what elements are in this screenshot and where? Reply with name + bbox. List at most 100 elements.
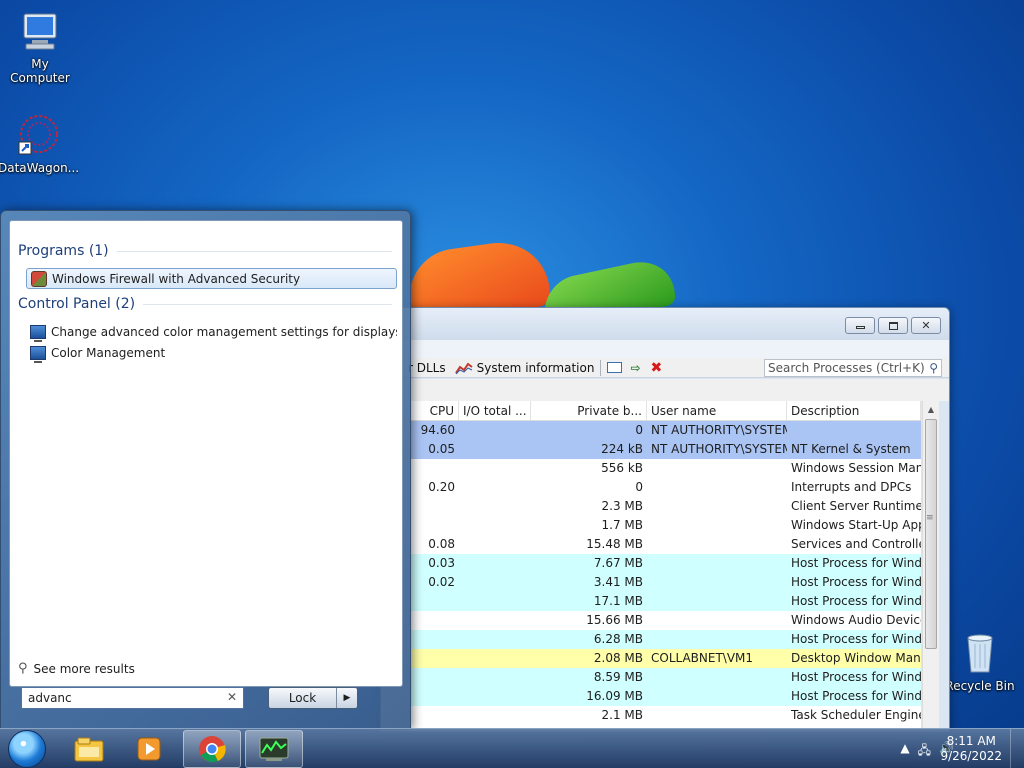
result-windows-firewall[interactable]: Windows Firewall with Advanced Security [26, 268, 397, 289]
clock[interactable]: 8:11 AM 9/26/2022 [940, 734, 1002, 764]
file-explorer-icon [74, 737, 104, 762]
table-row[interactable]: 6.28 MB Host Process for Windows Ser... [411, 630, 921, 649]
cell-private: 556 kB [601, 461, 643, 475]
graph-icon [454, 362, 473, 374]
cell-io [459, 687, 531, 706]
cell-desc: Windows Start-Up Application [791, 518, 921, 532]
cell-user [647, 516, 787, 535]
column-header-io-total[interactable]: I/O total ... [459, 401, 531, 420]
desktop-icon-my-computer[interactable]: My Computer [0, 10, 80, 85]
column-header-user-name[interactable]: User name [647, 401, 787, 420]
scroll-up-icon[interactable]: ▲ [923, 401, 939, 418]
table-row[interactable]: 1.7 MB Windows Start-Up Application [411, 516, 921, 535]
cell-desc: Host Process for Windows Ser... [791, 632, 921, 646]
cell-cpu [411, 497, 459, 516]
table-row[interactable]: 0.02 3.41 MB Host Process for Windows Ser.… [411, 573, 921, 592]
search-processes-input[interactable]: Search Processes (Ctrl+K) ⚲ [764, 359, 942, 377]
cell-desc: Host Process for Windows Ser... [791, 594, 921, 608]
process-table[interactable]: CPU I/O total ... Private b... User name… [411, 401, 921, 731]
table-row[interactable]: 0.20 0 Interrupts and DPCs [411, 478, 921, 497]
system-information-button[interactable]: System information [454, 361, 594, 375]
start-button[interactable] [8, 730, 46, 768]
cell-io [459, 421, 531, 440]
table-row[interactable]: 2.1 MB Task Scheduler Engine [411, 706, 921, 725]
cell-io [459, 649, 531, 668]
cell-user [647, 497, 787, 516]
taskbar: ▲ 🖧 🔊 8:11 AM 9/26/2022 [0, 728, 1024, 768]
cell-io [459, 440, 531, 459]
cell-io [459, 535, 531, 554]
toolbar-separator [600, 359, 602, 376]
table-row[interactable]: 16.09 MB Host Process for Windows Ser... [411, 687, 921, 706]
result-color-management-settings[interactable]: Change advanced color management setting… [26, 321, 397, 342]
desktop-icon-datawagon[interactable]: DataWagon... [0, 112, 79, 175]
desktop-icon-label: My Computer [10, 57, 70, 85]
cell-desc: Windows Session Manager [791, 461, 921, 475]
search-icon[interactable]: ⚲ [929, 361, 938, 375]
table-row[interactable]: 2.3 MB Client Server Runtime Process [411, 497, 921, 516]
table-row[interactable]: 556 kB Windows Session Manager [411, 459, 921, 478]
process-explorer-window[interactable]: ✕ r DLLs System information ⇨ ✖ Search P… [380, 307, 950, 732]
table-row[interactable]: 2.08 MB COLLABNET\VM1 Desktop Window Manag… [411, 649, 921, 668]
desktop-icon-label: Recycle Bin [945, 679, 1015, 693]
cell-user: NT AUTHORITY\SYSTEM [651, 442, 787, 456]
search-results-panel: Programs (1) Windows Firewall with Advan… [9, 220, 403, 687]
table-row[interactable]: 15.66 MB Windows Audio Device Graph... [411, 611, 921, 630]
result-label: Change advanced color management setting… [51, 324, 397, 339]
close-button[interactable]: ✕ [911, 317, 941, 334]
vertical-scrollbar[interactable]: ▲ ≡ [922, 401, 939, 731]
table-row[interactable]: 8.59 MB Host Process for Windows Ser... [411, 668, 921, 687]
start-search-input[interactable]: advanc ✕ [21, 687, 244, 709]
control-panel-group-header[interactable]: Control Panel (2) [18, 296, 392, 312]
result-color-management[interactable]: Color Management [26, 342, 397, 363]
cell-cpu [411, 516, 459, 535]
see-more-results-link[interactable]: ⚲ See more results [18, 661, 135, 676]
shutdown-options-arrow-icon[interactable]: ▶ [337, 688, 357, 708]
lock-button[interactable]: Lock ▶ [268, 687, 358, 709]
cell-desc: Host Process for Windows Ser... [791, 689, 921, 703]
divider [116, 250, 392, 252]
taskbar-media-player[interactable] [120, 730, 178, 768]
cell-desc: Desktop Window Manager [791, 651, 921, 665]
taskbar-file-explorer[interactable] [60, 730, 118, 768]
window-icon[interactable] [607, 362, 623, 373]
cell-user: NT AUTHORITY\SYSTEM [651, 423, 787, 437]
column-header-private-bytes[interactable]: Private b... [531, 401, 647, 420]
cell-desc: Windows Audio Device Graph... [791, 613, 921, 627]
network-icon[interactable]: 🖧 [918, 741, 931, 762]
column-header-cpu[interactable]: CPU [411, 401, 459, 420]
cell-user [647, 573, 787, 592]
cell-cpu [411, 687, 459, 706]
cell-desc: Client Server Runtime Process [791, 499, 921, 513]
taskbar-process-explorer[interactable] [245, 730, 303, 768]
cell-desc: Host Process for Windows Ser... [791, 575, 921, 589]
show-dlls-button[interactable]: r DLLs [408, 361, 446, 375]
cell-cpu [411, 649, 459, 668]
window-titlebar[interactable]: ✕ [381, 308, 949, 340]
table-row[interactable]: 0.05 224 kB NT AUTHORITY\SYSTEM NT Kernel &… [411, 440, 921, 459]
kill-process-icon[interactable]: ✖ [651, 360, 663, 376]
table-row[interactable]: 94.60 0 NT AUTHORITY\SYSTEM [411, 421, 921, 440]
restore-button[interactable] [878, 317, 908, 334]
show-hidden-icons-arrow-icon[interactable]: ▲ [900, 741, 909, 762]
table-row[interactable]: 0.08 15.48 MB Services and Controller app [411, 535, 921, 554]
scrollbar-thumb[interactable] [925, 419, 937, 649]
find-window-icon[interactable]: ⇨ [630, 361, 640, 375]
show-desktop-button[interactable] [1010, 729, 1024, 768]
cell-user [647, 459, 787, 478]
table-row[interactable]: 17.1 MB Host Process for Windows Ser... [411, 592, 921, 611]
clock-date: 9/26/2022 [940, 749, 1002, 763]
see-more-label: See more results [33, 661, 135, 676]
minimize-button[interactable] [845, 317, 875, 334]
programs-group-header[interactable]: Programs (1) [18, 243, 392, 259]
cell-io [459, 573, 531, 592]
desktop-icon-recycle-bin[interactable]: Recycle Bin [940, 630, 1020, 693]
column-header-description[interactable]: Description [787, 401, 921, 420]
cell-cpu: 0.08 [428, 537, 455, 551]
firewall-icon [31, 270, 47, 287]
table-row[interactable]: 0.03 7.67 MB Host Process for Windows Ser.… [411, 554, 921, 573]
search-placeholder: Search Processes (Ctrl+K) [768, 361, 925, 375]
taskbar-chrome[interactable] [183, 730, 241, 768]
clear-search-icon[interactable]: ✕ [227, 690, 237, 704]
divider [143, 303, 392, 305]
